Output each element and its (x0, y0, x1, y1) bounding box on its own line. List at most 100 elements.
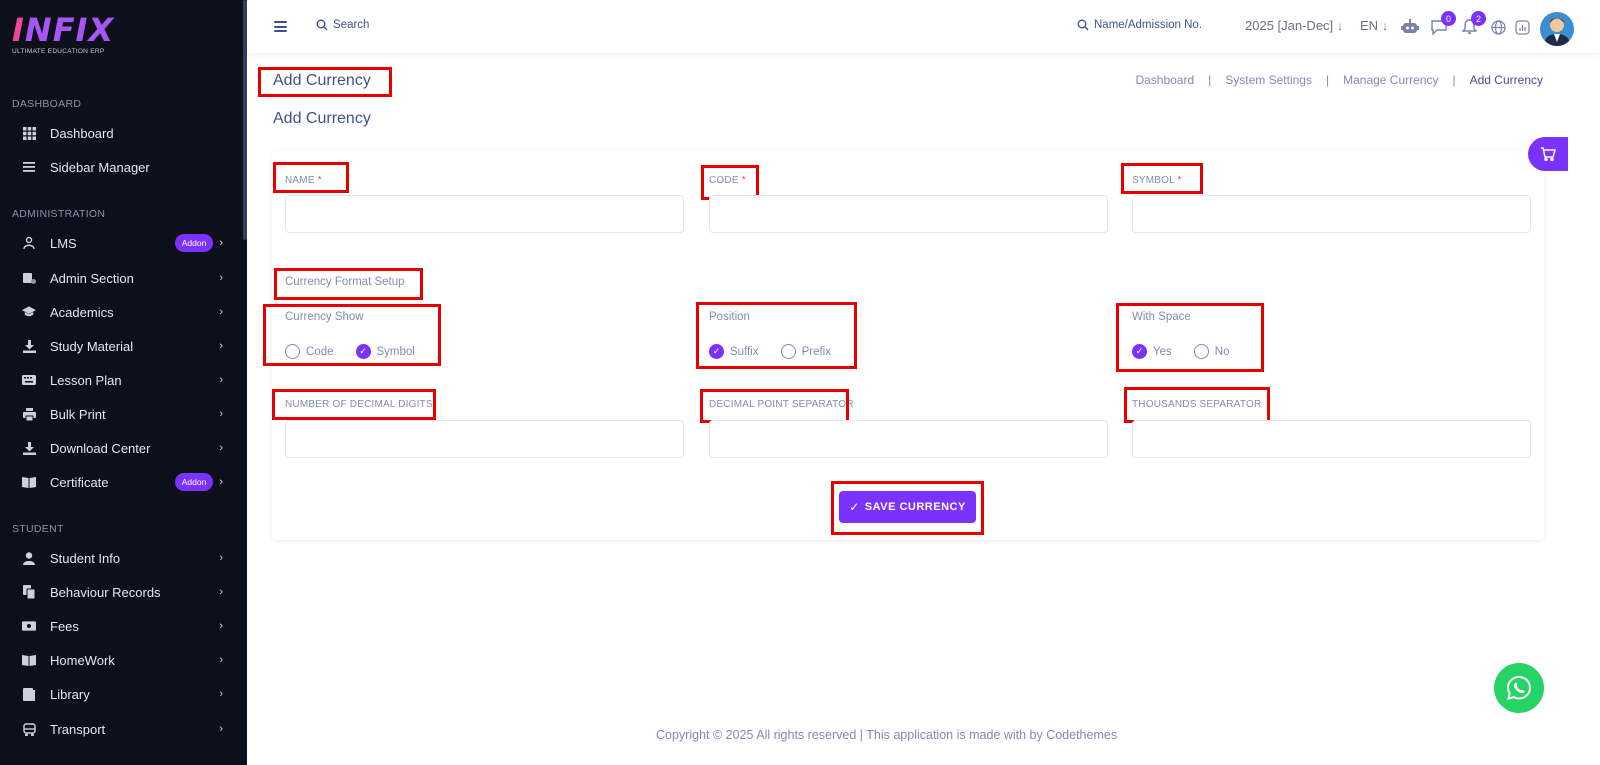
bus-icon (22, 722, 36, 736)
sidebar-item-label: Study Material (50, 338, 134, 354)
sidebar-item-download-center[interactable]: Download Center › (0, 433, 243, 463)
chatbot-icon[interactable] (1401, 18, 1419, 36)
position-radio-group: ✓ Suffix Prefix (709, 344, 853, 359)
search-icon (316, 19, 328, 31)
analytics-icon[interactable] (1513, 18, 1531, 36)
chevron-right-icon: › (219, 272, 223, 284)
sidebar-item-certificate[interactable]: Certificate Addon › (0, 467, 243, 497)
logo-tagline: ULTIMATE EDUCATION ERP (12, 48, 105, 55)
currency-show-label: Currency Show (285, 311, 364, 323)
radio-off-icon (285, 344, 300, 359)
bell-icon[interactable]: 2 (1460, 11, 1486, 36)
sidebar-item-label: LMS (50, 235, 77, 251)
name-input[interactable] (285, 195, 684, 233)
sidebar-item-dashboard[interactable]: Dashboard (0, 118, 243, 148)
breadcrumb-dashboard[interactable]: Dashboard (1135, 73, 1194, 87)
sidebar-item-lesson-plan[interactable]: Lesson Plan › (0, 365, 243, 395)
chevron-right-icon: › (219, 408, 223, 420)
chevron-right-icon: › (219, 442, 223, 454)
academic-year-select[interactable]: 2025 [Jan-Dec] ↓ (1245, 18, 1343, 33)
save-currency-button[interactable]: ✓ SAVE CURRENCY (839, 491, 976, 523)
with-space-yes-radio[interactable]: ✓ Yes (1132, 344, 1172, 359)
cart-icon[interactable] (1528, 137, 1568, 171)
check-icon: ✓ (1132, 344, 1147, 359)
top-bar: Search Name/Admission No. 2025 [Jan-Dec]… (247, 0, 1600, 53)
sidebar-item-label: Dashboard (50, 125, 114, 141)
chevron-right-icon: › (219, 374, 223, 386)
decimal-separator-input[interactable] (709, 420, 1108, 458)
position-label: Position (709, 311, 750, 323)
sidebar-item-lms[interactable]: LMS Addon › (0, 228, 243, 258)
book-icon (22, 475, 36, 489)
sidebar-item-label: Lesson Plan (50, 372, 122, 388)
chevron-right-icon: › (219, 476, 223, 488)
language-value: EN (1360, 18, 1379, 33)
chevron-right-icon: › (219, 688, 223, 700)
sidebar-item-behaviour-records[interactable]: Behaviour Records › (0, 577, 243, 607)
sidebar-item-label: Admin Section (50, 270, 134, 286)
globe-icon[interactable] (1489, 18, 1507, 36)
with-space-no-radio[interactable]: No (1193, 344, 1229, 359)
addon-badge: Addon (174, 473, 214, 491)
code-label: CODE * (709, 175, 746, 186)
chevron-right-icon: › (219, 306, 223, 318)
sidebar-item-fees[interactable]: Fees › (0, 611, 243, 641)
sidebar-item-sidebar-manager[interactable]: Sidebar Manager (0, 152, 243, 182)
radio-off-icon (1193, 344, 1209, 359)
chat-badge: 0 (1441, 11, 1456, 26)
sidebar-item-student-info[interactable]: Student Info › (0, 543, 243, 573)
currency-format-setup-label: Currency Format Setup (285, 276, 405, 288)
code-input[interactable] (709, 195, 1108, 233)
library-icon (22, 687, 36, 701)
breadcrumb: Dashboard | System Settings | Manage Cur… (1135, 73, 1543, 87)
lms-icon (22, 236, 36, 250)
radio-label: Yes (1153, 345, 1172, 358)
menu-toggle-icon[interactable] (274, 21, 287, 32)
sidebar-item-transport[interactable]: Transport › (0, 714, 243, 744)
chevron-right-icon: › (219, 340, 223, 352)
name-search-label: Name/Admission No. (1094, 19, 1203, 31)
position-suffix-radio[interactable]: ✓ Suffix (709, 344, 759, 359)
chevron-right-icon: › (219, 620, 223, 632)
sidebar: INFIX ULTIMATE EDUCATION ERP DASHBOARD D… (0, 0, 247, 765)
download-icon (22, 339, 36, 353)
currency-show-symbol-radio[interactable]: ✓ Symbol (355, 344, 415, 359)
card-title: Add Currency (273, 110, 371, 127)
search-button[interactable]: Search (316, 19, 369, 31)
radio-label: Symbol (376, 345, 415, 358)
breadcrumb-system-settings[interactable]: System Settings (1225, 73, 1312, 87)
decimal-digits-input[interactable] (285, 420, 684, 458)
decimal-separator-label: DECIMAL POINT SEPARATOR (709, 399, 854, 410)
radio-off-icon (780, 344, 796, 359)
logo[interactable]: INFIX ULTIMATE EDUCATION ERP (12, 14, 114, 55)
breadcrumb-manage-currency[interactable]: Manage Currency (1343, 73, 1438, 87)
symbol-input[interactable] (1132, 195, 1531, 233)
currency-show-code-radio[interactable]: Code (285, 344, 334, 359)
name-admission-search[interactable]: Name/Admission No. (1077, 19, 1202, 31)
sidebar-item-label: Student Info (50, 550, 121, 566)
whatsapp-icon[interactable] (1494, 663, 1544, 713)
decimal-digits-label: NUMBER OF DECIMAL DIGITS (285, 399, 433, 410)
sidebar-item-study-material[interactable]: Study Material › (0, 331, 243, 361)
sidebar-item-academics[interactable]: Academics › (0, 297, 243, 327)
sidebar-item-admin-section[interactable]: Admin Section › (0, 263, 243, 293)
thousands-separator-input[interactable] (1132, 420, 1531, 458)
sidebar-item-library[interactable]: Library › (0, 679, 243, 709)
position-prefix-radio[interactable]: Prefix (780, 344, 831, 359)
sidebar-item-homework[interactable]: HomeWork › (0, 645, 243, 675)
arrow-down-icon: ↓ (1337, 19, 1344, 33)
language-select[interactable]: EN ↓ (1360, 18, 1388, 33)
page-title: Add Currency (273, 72, 371, 89)
sidebar-item-bulk-print[interactable]: Bulk Print › (0, 399, 243, 429)
keyboard-icon (22, 373, 36, 387)
thousands-separator-label: THOUSANDS SEPARATOR (1132, 399, 1262, 410)
sidebar-item-label: Bulk Print (50, 406, 106, 422)
search-label: Search (333, 19, 370, 31)
avatar[interactable] (1540, 12, 1574, 46)
with-space-label: With Space (1132, 311, 1191, 323)
admin-icon (22, 271, 36, 285)
chat-icon[interactable]: 0 (1430, 11, 1456, 36)
sidebar-item-label: Transport (50, 721, 106, 737)
section-label-administration: ADMINISTRATION (12, 208, 106, 220)
check-icon: ✓ (355, 344, 371, 359)
